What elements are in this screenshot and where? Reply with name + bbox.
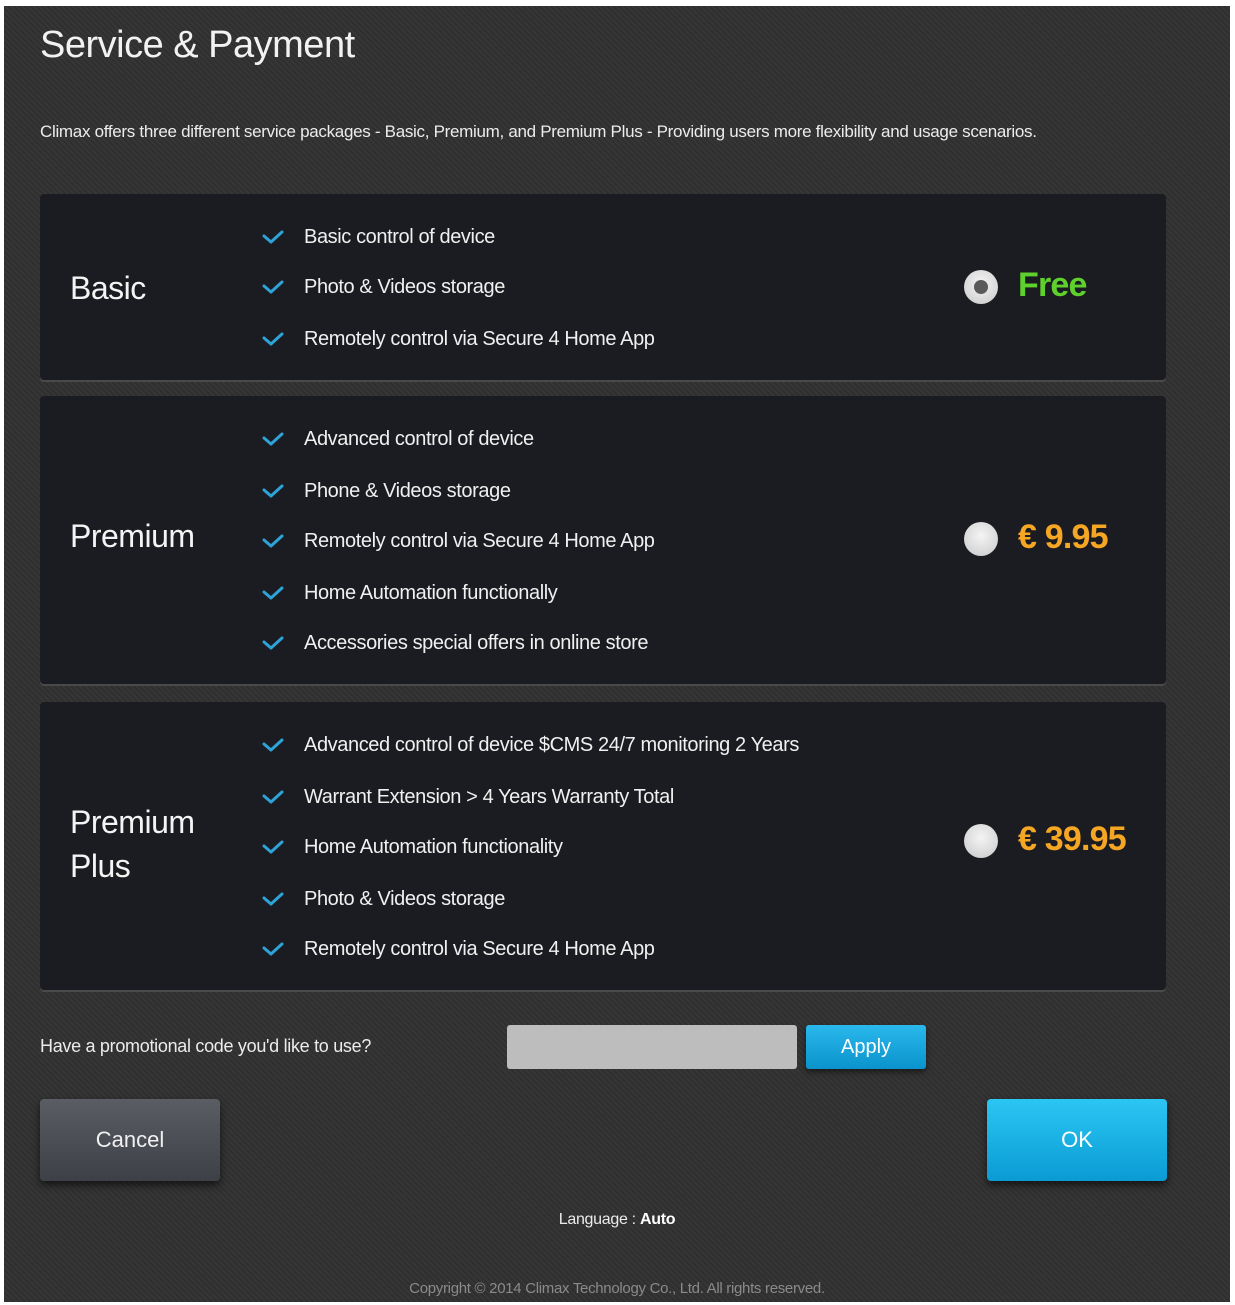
feature-item: Photo & Videos storage [262, 884, 505, 914]
intro-text: Climax offers three different service pa… [40, 122, 1037, 141]
promo-code-input[interactable] [507, 1025, 797, 1069]
package-price: Free [1018, 266, 1087, 304]
feature-label: Advanced control of device [304, 427, 534, 450]
language-value[interactable]: Auto [640, 1211, 676, 1228]
package-radio-premium[interactable] [964, 522, 998, 556]
feature-label: Home Automation functionally [304, 581, 558, 604]
feature-label: Accessories special offers in online sto… [304, 631, 649, 654]
package-name: Premium Plus [70, 804, 195, 884]
feature-label: Basic control of device [304, 225, 495, 248]
feature-label: Remotely control via Secure 4 Home App [304, 327, 655, 350]
feature-item: Basic control of device [262, 222, 495, 252]
package-price: € 39.95 [1018, 820, 1127, 858]
feature-item: Remotely control via Secure 4 Home App [262, 526, 655, 556]
feature-item: Phone & Videos storage [262, 476, 511, 506]
feature-item: Remotely control via Secure 4 Home App [262, 324, 655, 354]
feature-label: Phone & Videos storage [304, 479, 511, 502]
check-icon [262, 636, 284, 650]
check-icon [262, 790, 284, 804]
feature-label: Remotely control via Secure 4 Home App [304, 529, 655, 552]
package-name: Basic [70, 270, 146, 306]
language-selector[interactable]: Language : Auto [4, 1211, 1230, 1229]
feature-label: Warrant Extension > 4 Years Warranty Tot… [304, 785, 674, 808]
package-card-premium: Premium Advanced control of device Phone… [40, 396, 1166, 684]
package-radio-basic[interactable] [964, 270, 998, 304]
package-name: Premium [70, 518, 195, 554]
check-icon [262, 738, 284, 752]
feature-label: Photo & Videos storage [304, 887, 505, 910]
feature-item: Photo & Videos storage [262, 272, 505, 302]
promo-code-label: Have a promotional code you'd like to us… [40, 1036, 372, 1056]
copyright-text: Copyright © 2014 Climax Technology Co., … [409, 1280, 825, 1297]
cancel-button[interactable]: Cancel [40, 1099, 220, 1181]
check-icon [262, 280, 284, 294]
check-icon [262, 432, 284, 446]
feature-label: Photo & Videos storage [304, 275, 505, 298]
language-label: Language : [558, 1211, 636, 1228]
package-radio-premium-plus[interactable] [964, 824, 998, 858]
feature-label: Remotely control via Secure 4 Home App [304, 937, 655, 960]
page-title: Service & Payment [40, 24, 355, 66]
check-icon [262, 230, 284, 244]
check-icon [262, 484, 284, 498]
feature-label: Home Automation functionality [304, 835, 563, 858]
feature-item: Warrant Extension > 4 Years Warranty Tot… [262, 782, 674, 812]
feature-item: Accessories special offers in online sto… [262, 628, 649, 658]
feature-label: Advanced control of device $CMS 24/7 mon… [304, 733, 799, 756]
feature-item: Home Automation functionality [262, 832, 563, 862]
feature-item: Advanced control of device $CMS 24/7 mon… [262, 730, 799, 760]
apply-button[interactable]: Apply [806, 1025, 926, 1069]
check-icon [262, 892, 284, 906]
service-payment-panel: Service & Payment Climax offers three di… [4, 6, 1230, 1302]
ok-button[interactable]: OK [987, 1099, 1167, 1181]
package-price: € 9.95 [1018, 518, 1109, 556]
check-icon [262, 942, 284, 956]
feature-item: Home Automation functionally [262, 578, 558, 608]
check-icon [262, 332, 284, 346]
package-card-basic: Basic Basic control of device Photo & Vi… [40, 194, 1166, 380]
check-icon [262, 534, 284, 548]
feature-item: Remotely control via Secure 4 Home App [262, 934, 655, 964]
check-icon [262, 840, 284, 854]
feature-item: Advanced control of device [262, 424, 534, 454]
package-card-premium-plus: Premium Plus Advanced control of device … [40, 702, 1166, 990]
check-icon [262, 586, 284, 600]
